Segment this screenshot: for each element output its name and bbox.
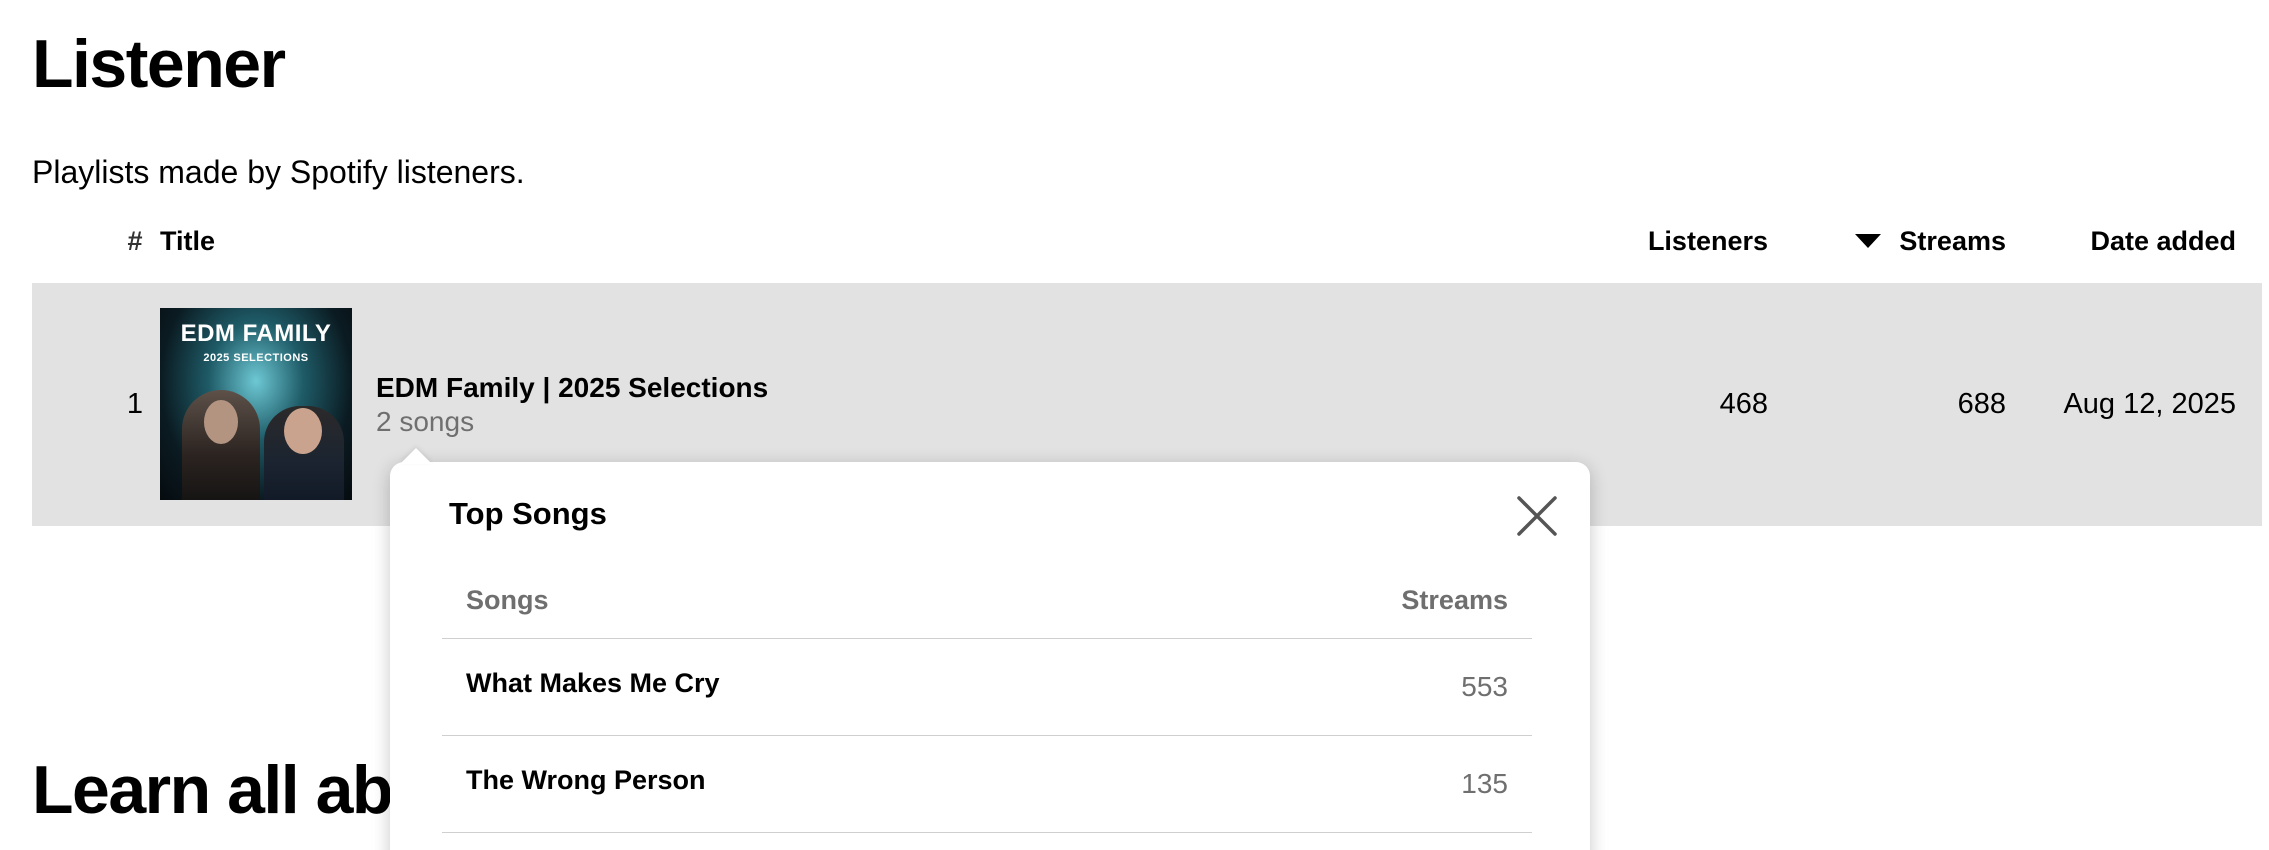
songs-column-header: Songs bbox=[466, 585, 549, 615]
song-name: The Wrong Person bbox=[466, 765, 706, 795]
column-header-date-added[interactable]: Date added bbox=[2090, 218, 2236, 264]
page-title: Listener bbox=[32, 26, 286, 102]
cover-person-right-face bbox=[284, 408, 322, 454]
learn-heading: Learn all abo bbox=[32, 752, 433, 828]
page: Listener Playlists made by Spotify liste… bbox=[0, 0, 2269, 850]
song-row: The Wrong Person 135 bbox=[442, 736, 1532, 833]
streams-column-header: Streams bbox=[1401, 585, 1508, 615]
table-header: # Title Listeners Streams Date added bbox=[32, 218, 2262, 264]
song-streams: 553 bbox=[1461, 671, 1508, 702]
page-subtitle: Playlists made by Spotify listeners. bbox=[32, 154, 525, 190]
playlist-cover-image[interactable]: EDM FAMILY 2025 SELECTIONS bbox=[160, 308, 352, 500]
caret-down-icon bbox=[1855, 233, 1882, 248]
streams-count: 688 bbox=[1957, 388, 2006, 420]
song-name: What Makes Me Cry bbox=[466, 668, 720, 698]
column-header-title[interactable]: Title bbox=[160, 218, 215, 264]
column-header-streams[interactable]: Streams bbox=[1855, 218, 2006, 264]
song-streams: 135 bbox=[1461, 768, 1508, 799]
close-icon bbox=[1517, 496, 1557, 536]
popover-title: Top Songs bbox=[449, 496, 607, 531]
cover-subtitle-text: 2025 SELECTIONS bbox=[203, 352, 309, 364]
songs-table-header: Songs Streams bbox=[442, 574, 1532, 639]
cover-person-left-face bbox=[204, 400, 238, 444]
song-row: What Makes Me Cry 553 bbox=[442, 639, 1532, 736]
column-header-listeners[interactable]: Listeners bbox=[1648, 218, 1768, 264]
listeners-count: 468 bbox=[1719, 388, 1768, 420]
close-button[interactable] bbox=[1512, 491, 1562, 541]
top-songs-popover: Top Songs Songs Streams What Makes Me Cr… bbox=[390, 462, 1590, 850]
date-added: Aug 12, 2025 bbox=[2063, 388, 2236, 420]
cover-title-text: EDM FAMILY bbox=[180, 320, 332, 347]
playlist-song-count[interactable]: 2 songs bbox=[376, 402, 474, 442]
column-header-streams-label: Streams bbox=[1899, 226, 2006, 256]
popover-arrow bbox=[400, 448, 432, 464]
